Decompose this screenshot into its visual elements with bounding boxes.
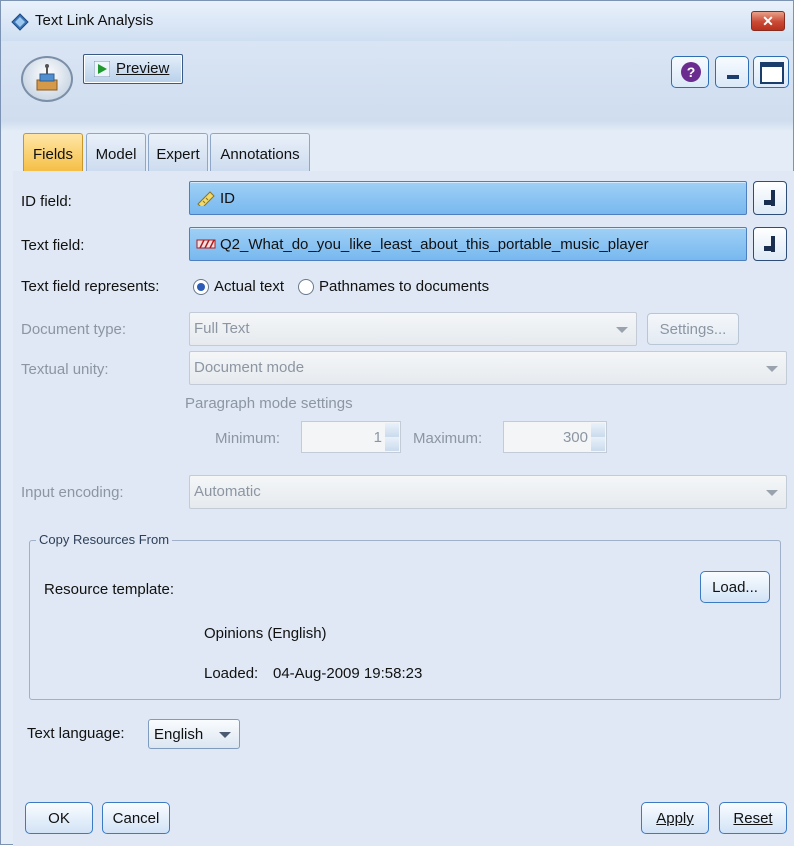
resource-template-name: Opinions (English) — [204, 625, 327, 642]
field-picker-icon — [764, 190, 775, 206]
tab-annotations[interactable]: Annotations — [210, 133, 310, 171]
cancel-button[interactable]: Cancel — [102, 802, 170, 834]
settings-label: Settings... — [659, 321, 727, 338]
maximum-label: Maximum: — [413, 430, 483, 447]
text-field-type-icon — [196, 239, 216, 249]
fields-panel: ID field: ID Text field: Q2_What_do_you_… — [13, 171, 794, 846]
close-icon: ✕ — [762, 13, 774, 29]
spinner-up-icon[interactable] — [385, 423, 399, 437]
text-language-select[interactable]: English — [148, 719, 240, 749]
chevron-down-icon — [219, 732, 231, 738]
textual-unity-label: Textual unity: — [21, 361, 109, 378]
textual-unity-select[interactable]: Document mode — [189, 351, 787, 385]
tab-expert-label: Expert — [156, 146, 200, 163]
minimum-value: 1 — [373, 429, 382, 446]
load-button[interactable]: Load... — [700, 571, 770, 603]
pathnames-label: Pathnames to documents — [319, 278, 490, 295]
tab-fields-label: Fields — [32, 146, 73, 163]
help-icon: ? — [681, 62, 701, 82]
text-field-represents-label: Text field represents: — [21, 278, 160, 295]
node-diamond-icon — [11, 13, 29, 31]
spinner-down-icon[interactable] — [591, 437, 605, 451]
close-button[interactable]: ✕ — [751, 11, 785, 31]
settings-button[interactable]: Settings... — [647, 313, 739, 345]
input-encoding-value: Automatic — [194, 483, 261, 500]
chevron-down-icon — [766, 366, 778, 372]
title-bar: Text Link Analysis ✕ — [1, 1, 793, 41]
copy-resources-title: Copy Resources From — [36, 532, 173, 547]
spinner-up-icon[interactable] — [591, 423, 605, 437]
document-type-label: Document type: — [21, 321, 127, 338]
maximize-button[interactable] — [753, 56, 789, 88]
maximum-spinner[interactable]: 300 — [503, 421, 607, 453]
text-link-analysis-window: Text Link Analysis ✕ Preview ? Fields Mo… — [0, 0, 794, 846]
help-button[interactable]: ? — [671, 56, 709, 88]
spinner-down-icon[interactable] — [385, 437, 399, 451]
play-icon — [94, 61, 110, 77]
maximize-icon — [760, 62, 784, 84]
text-language-value: English — [154, 726, 204, 743]
actual-text-label: Actual text — [214, 278, 285, 295]
copy-resources-group: Copy Resources From Resource template: L… — [29, 532, 781, 700]
text-language-label: Text language: — [27, 725, 125, 742]
chevron-down-icon — [766, 490, 778, 496]
node-graphic-icon — [36, 64, 58, 91]
loaded-label: Loaded: — [204, 665, 259, 682]
ruler-icon — [197, 191, 215, 206]
apply-label: Apply — [656, 810, 694, 827]
tab-expert[interactable]: Expert — [148, 133, 208, 171]
resource-template-label: Resource template: — [44, 581, 175, 598]
field-picker-icon — [764, 236, 775, 252]
tab-model-label: Model — [95, 146, 137, 163]
help-glyph: ? — [687, 64, 696, 80]
maximum-value: 300 — [562, 429, 588, 446]
minimum-spinner[interactable]: 1 — [301, 421, 401, 453]
id-field-combo[interactable]: ID — [189, 181, 747, 215]
ok-label: OK — [48, 810, 70, 827]
id-field-label: ID field: — [21, 193, 72, 210]
reset-label: Reset — [733, 810, 773, 827]
preview-label: Preview — [116, 60, 170, 77]
text-field-label: Text field: — [21, 237, 85, 254]
minimize-button[interactable] — [715, 56, 749, 88]
text-field-combo[interactable]: Q2_What_do_you_like_least_about_this_por… — [189, 227, 747, 261]
apply-button[interactable]: Apply — [641, 802, 709, 834]
minimize-icon — [727, 75, 739, 79]
document-type-select[interactable]: Full Text — [189, 312, 637, 346]
window-title: Text Link Analysis — [35, 12, 154, 29]
reset-button[interactable]: Reset — [719, 802, 787, 834]
input-encoding-label: Input encoding: — [21, 484, 124, 501]
input-encoding-select[interactable]: Automatic — [189, 475, 787, 509]
pathnames-radio[interactable] — [298, 279, 314, 295]
minimum-label: Minimum: — [215, 430, 281, 447]
text-field-value: Q2_What_do_you_like_least_about_this_por… — [220, 236, 649, 253]
text-link-analysis-node-icon — [21, 56, 73, 102]
chevron-down-icon — [616, 327, 628, 333]
id-field-value: ID — [220, 190, 235, 207]
preview-button[interactable]: Preview — [83, 54, 183, 84]
loaded-timestamp: 04-Aug-2009 19:58:23 — [273, 665, 423, 682]
tab-annotations-label: Annotations — [220, 146, 300, 163]
load-label: Load... — [712, 579, 758, 596]
textual-unity-value: Document mode — [194, 359, 305, 376]
actual-text-radio[interactable] — [193, 279, 209, 295]
id-field-picker-button[interactable] — [753, 181, 787, 215]
text-field-picker-button[interactable] — [753, 227, 787, 261]
paragraph-mode-settings-label: Paragraph mode settings — [185, 395, 353, 412]
document-type-value: Full Text — [194, 320, 250, 337]
cancel-label: Cancel — [112, 810, 160, 827]
tab-fields[interactable]: Fields — [23, 133, 83, 171]
tab-model[interactable]: Model — [86, 133, 146, 171]
ok-button[interactable]: OK — [25, 802, 93, 834]
